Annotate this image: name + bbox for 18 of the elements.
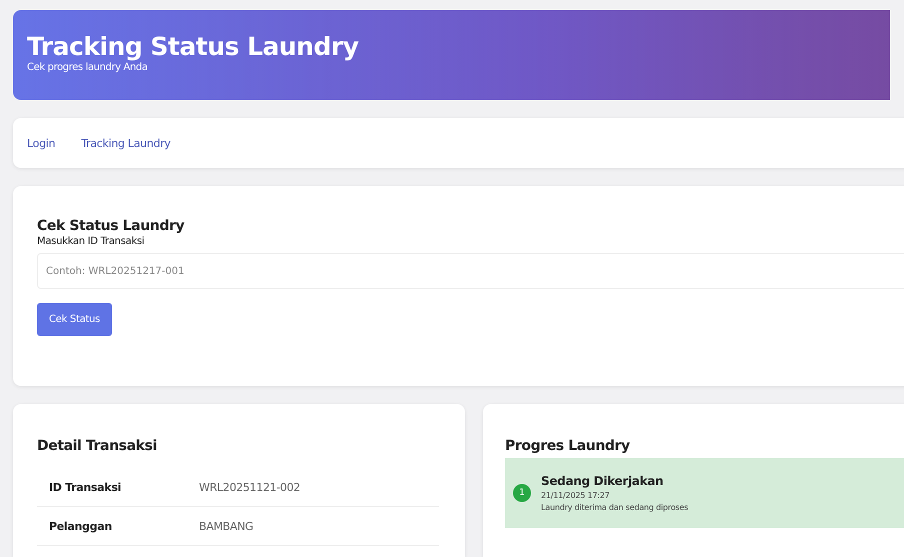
page-subtitle: Cek progres laundry Anda: [27, 62, 148, 73]
detail-label: ID Transaksi: [49, 480, 122, 494]
nav-link[interactable]: Login: [27, 136, 56, 150]
page-title: Tracking Status Laundry: [27, 32, 358, 62]
input-field[interactable]: Contoh: WRL20251217-001: [37, 253, 904, 289]
detail-label: Pelanggan: [49, 520, 113, 532]
step-status: Sedang Dikerjakan: [541, 474, 664, 488]
field-label: Masukkan ID Transaksi: [37, 236, 144, 247]
nav-link[interactable]: Tracking Laundry: [81, 136, 171, 150]
detail-value: WRL20251121-002: [199, 480, 300, 494]
step-note: Laundry diterima dan sedang diproses: [541, 503, 688, 512]
card-title: Progres Laundry: [505, 438, 631, 454]
card-title: Detail Transaksi: [37, 438, 158, 454]
detail-value: BAMBANG: [199, 520, 254, 532]
step-time: 21/11/2025 17:27: [541, 491, 611, 500]
step-number-badge: 1: [513, 484, 531, 502]
check-status-button[interactable]: Cek Status: [37, 303, 112, 336]
card-title: Cek Status Laundry: [37, 218, 184, 234]
